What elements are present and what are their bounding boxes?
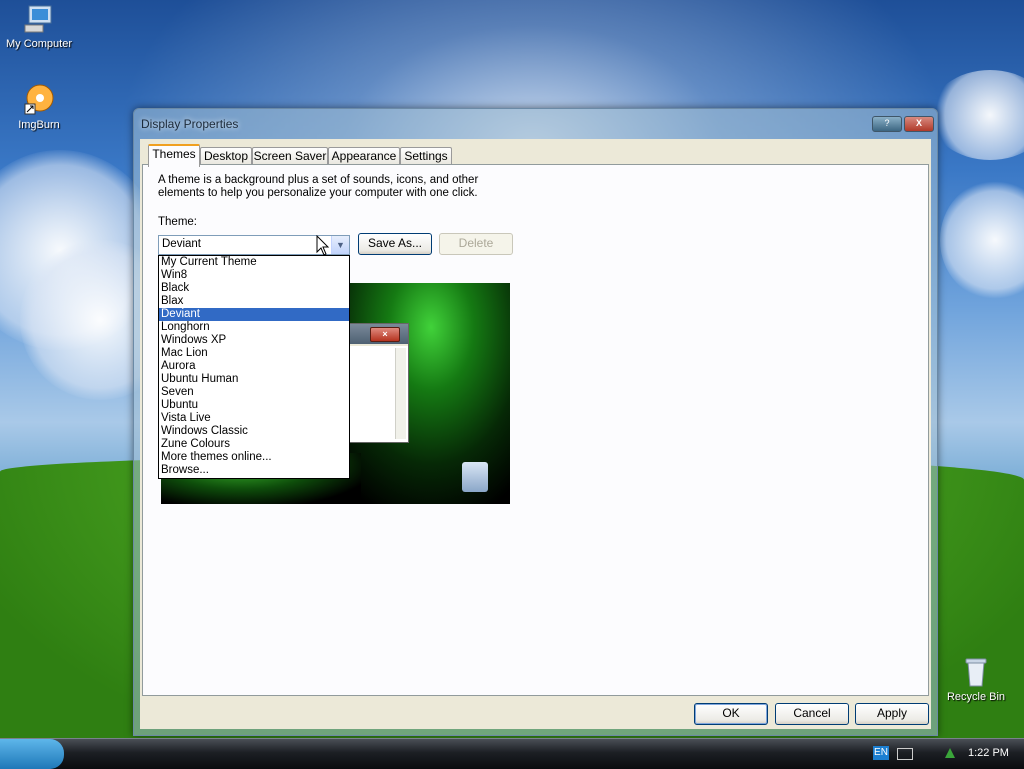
dropdown-item[interactable]: Blax bbox=[159, 295, 349, 308]
taskbar-clock[interactable]: 1:22 PM bbox=[968, 747, 1009, 759]
ok-button[interactable]: OK bbox=[694, 703, 768, 725]
taskbar: EN 1:22 PM bbox=[0, 738, 1024, 769]
dropdown-item[interactable]: Black bbox=[159, 282, 349, 295]
display-properties-window: Display Properties ? X Themes Desktop Sc… bbox=[133, 108, 938, 736]
dropdown-item[interactable]: More themes online... bbox=[159, 451, 349, 464]
dropdown-item[interactable]: My Current Theme bbox=[159, 256, 349, 269]
help-button[interactable]: ? bbox=[872, 116, 902, 132]
window-title: Display Properties bbox=[141, 117, 239, 131]
dropdown-item[interactable]: Win8 bbox=[159, 269, 349, 282]
tab-appearance[interactable]: Appearance bbox=[328, 147, 400, 165]
language-indicator[interactable]: EN bbox=[873, 746, 889, 760]
disc-burn-icon bbox=[23, 84, 55, 116]
tab-themes[interactable]: Themes bbox=[148, 144, 200, 167]
cancel-button[interactable]: Cancel bbox=[775, 703, 849, 725]
apply-button[interactable]: Apply bbox=[855, 703, 929, 725]
tab-screen-saver[interactable]: Screen Saver bbox=[252, 147, 328, 165]
dropdown-item[interactable]: Ubuntu bbox=[159, 399, 349, 412]
dropdown-item[interactable]: Longhorn bbox=[159, 321, 349, 334]
dialog-client: Themes Desktop Screen Saver Appearance S… bbox=[140, 139, 931, 729]
dropdown-item[interactable]: Mac Lion bbox=[159, 347, 349, 360]
theme-dropdown-list[interactable]: My Current Theme Win8 Black Blax Deviant… bbox=[158, 255, 350, 479]
preview-window: × bbox=[349, 323, 409, 443]
desktop-icon-label: Recycle Bin bbox=[946, 691, 1006, 703]
theme-combobox-value: Deviant bbox=[162, 238, 201, 250]
preview-close-icon: × bbox=[370, 327, 400, 342]
theme-label: Theme: bbox=[158, 216, 197, 228]
tab-desktop[interactable]: Desktop bbox=[200, 147, 252, 165]
dropdown-item[interactable]: Windows XP bbox=[159, 334, 349, 347]
close-button[interactable]: X bbox=[904, 116, 934, 132]
desktop-icon-my-computer[interactable]: My Computer bbox=[3, 3, 75, 51]
dropdown-item[interactable]: Aurora bbox=[159, 360, 349, 373]
preview-scrollbar bbox=[395, 348, 406, 439]
desktop-icon-recycle-bin[interactable]: Recycle Bin bbox=[940, 656, 1012, 704]
dropdown-item-selected[interactable]: Deviant bbox=[159, 308, 349, 321]
themes-description: A theme is a background plus a set of so… bbox=[158, 174, 479, 199]
desktop-icon-label: My Computer bbox=[5, 38, 73, 50]
dropdown-item[interactable]: Windows Classic bbox=[159, 425, 349, 438]
chevron-down-icon[interactable]: ▼ bbox=[331, 236, 349, 254]
start-button[interactable] bbox=[0, 739, 64, 769]
computer-icon bbox=[23, 3, 55, 35]
dropdown-item[interactable]: Seven bbox=[159, 386, 349, 399]
delete-button[interactable]: Delete bbox=[439, 233, 513, 255]
themes-panel: A theme is a background plus a set of so… bbox=[142, 164, 929, 696]
dropdown-item[interactable]: Zune Colours bbox=[159, 438, 349, 451]
preview-window-titlebar: × bbox=[350, 324, 408, 344]
desktop-icon-imgburn[interactable]: ImgBurn bbox=[3, 84, 75, 132]
dropdown-item[interactable]: Browse... bbox=[159, 464, 349, 477]
keyboard-icon[interactable] bbox=[897, 748, 913, 760]
preview-recycle-bin-icon bbox=[462, 462, 488, 492]
desktop-icon-label: ImgBurn bbox=[18, 119, 60, 131]
dropdown-item[interactable]: Vista Live bbox=[159, 412, 349, 425]
tab-settings[interactable]: Settings bbox=[400, 147, 452, 165]
save-as-button[interactable]: Save As... bbox=[358, 233, 432, 255]
dropdown-item[interactable]: Ubuntu Human bbox=[159, 373, 349, 386]
title-bar[interactable]: Display Properties ? X bbox=[134, 109, 937, 137]
network-tray-icon[interactable] bbox=[944, 747, 956, 759]
mouse-cursor-icon bbox=[316, 235, 330, 256]
recycle-bin-icon bbox=[960, 656, 992, 688]
